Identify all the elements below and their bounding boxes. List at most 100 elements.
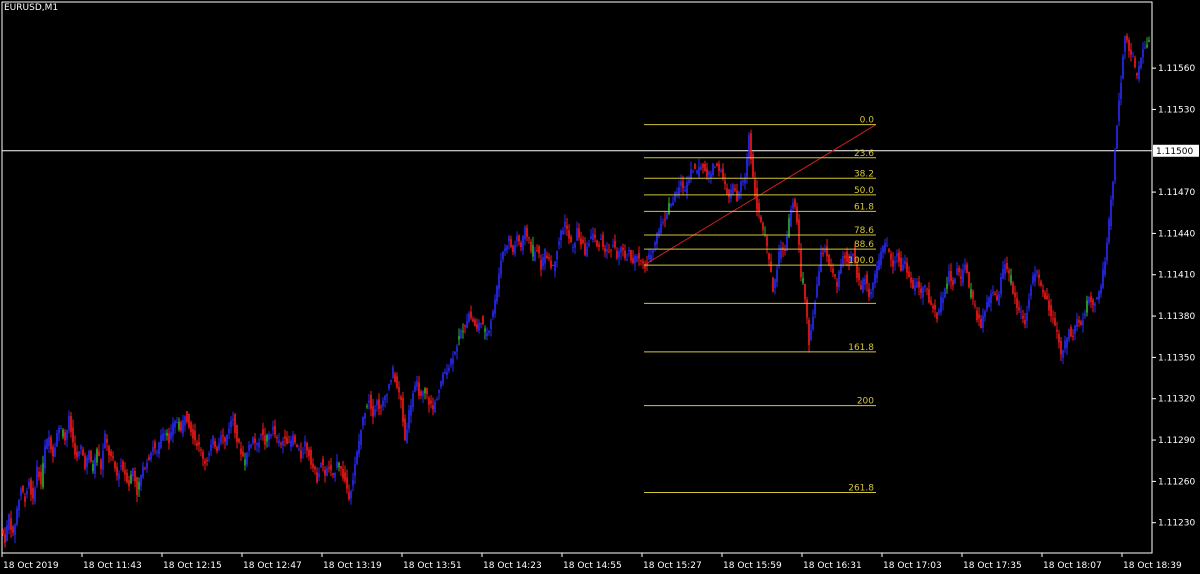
candle-body bbox=[170, 432, 172, 439]
candle-body bbox=[82, 449, 84, 456]
candle-body bbox=[902, 264, 904, 271]
candle-body bbox=[566, 225, 568, 229]
horizontal-line[interactable]: 1.11500 bbox=[2, 144, 1199, 157]
candle-body bbox=[1140, 57, 1142, 68]
candle-body bbox=[1148, 40, 1150, 42]
candle-body bbox=[822, 253, 824, 255]
candle-body bbox=[1102, 269, 1104, 288]
candle-body bbox=[160, 434, 162, 448]
fibonacci-retracement[interactable]: 0.0 23.6 38.2 50.0 61.8 78.6 88.6 100.0 161.8 200… bbox=[643, 116, 877, 494]
candle-body bbox=[48, 436, 50, 447]
candle-body bbox=[880, 251, 882, 265]
candle-body bbox=[164, 433, 166, 435]
candle-body bbox=[496, 285, 498, 302]
candle-body bbox=[466, 321, 468, 329]
candle-body bbox=[642, 261, 644, 264]
candle-body bbox=[940, 296, 942, 312]
candle-body bbox=[108, 446, 110, 456]
candle-body bbox=[452, 358, 454, 364]
candle-body bbox=[186, 411, 188, 423]
price-axis[interactable]: 1.11560 1.11530 1.11470 1.11440 1.11410 1.113… bbox=[1152, 64, 1195, 529]
candle-body bbox=[920, 288, 922, 293]
candle-body bbox=[134, 470, 136, 482]
candle-body bbox=[94, 457, 96, 474]
time-tick-label: 18 Oct 16:31 bbox=[803, 561, 862, 571]
candle-body bbox=[542, 257, 544, 267]
price-tick-label: 1.11260 bbox=[1158, 477, 1195, 487]
candle-body bbox=[408, 410, 410, 429]
candle-body bbox=[982, 315, 984, 329]
candle-body bbox=[864, 278, 866, 285]
candle-body bbox=[346, 477, 348, 489]
time-tick-label: 18 Oct 12:15 bbox=[163, 561, 222, 571]
candle-body bbox=[136, 476, 138, 496]
symbol-title: EURUSD,M1 bbox=[4, 3, 59, 13]
candle-body bbox=[894, 261, 896, 264]
candle-body bbox=[292, 435, 294, 446]
candle-body bbox=[826, 246, 828, 257]
fibonacci-level-label: 61.8 bbox=[854, 202, 874, 212]
price-tick-label: 1.11350 bbox=[1158, 353, 1195, 363]
candle-body bbox=[224, 437, 226, 442]
candle-body bbox=[878, 259, 880, 271]
candle-body bbox=[662, 221, 664, 224]
time-axis[interactable]: 18 Oct 2019 18 Oct 11:43 18 Oct 12:15 18 Oc… bbox=[1, 553, 1182, 571]
candle-body bbox=[128, 480, 130, 487]
candle-body bbox=[836, 281, 838, 287]
price-chart[interactable]: 1.11500 0.0 23.6 38.2 50.0 61.8 78.6 88.6 100.0… bbox=[0, 0, 1200, 574]
candle-body bbox=[16, 508, 18, 525]
candle-body bbox=[868, 288, 870, 297]
candle-body bbox=[396, 376, 398, 388]
candle-body bbox=[152, 447, 154, 452]
candle-body bbox=[398, 386, 400, 393]
candle-body bbox=[270, 434, 272, 437]
candle-body bbox=[326, 468, 328, 477]
candle-body bbox=[978, 314, 980, 319]
candle-body bbox=[722, 168, 724, 178]
candle-body bbox=[1032, 275, 1034, 284]
candle-body bbox=[290, 440, 292, 448]
candle-body bbox=[488, 330, 490, 333]
candle-body bbox=[376, 400, 378, 406]
candle-body bbox=[616, 250, 618, 259]
candle-body bbox=[968, 271, 970, 288]
candle-body bbox=[896, 253, 898, 257]
candle-body bbox=[482, 315, 484, 325]
candle-body bbox=[716, 163, 718, 167]
candle-body bbox=[520, 242, 522, 247]
candle-body bbox=[552, 264, 554, 266]
candle-body bbox=[582, 239, 584, 244]
candle-body bbox=[724, 180, 726, 185]
candle-body bbox=[742, 180, 744, 182]
candle-body bbox=[746, 157, 748, 177]
chart-window[interactable]: 1.11500 0.0 23.6 38.2 50.0 61.8 78.6 88.6 100.0… bbox=[0, 0, 1200, 574]
candle-body bbox=[126, 472, 128, 483]
candle-body bbox=[54, 447, 56, 457]
candle-body bbox=[696, 170, 698, 173]
candle-body bbox=[266, 435, 268, 442]
candle-body bbox=[576, 227, 578, 241]
candle-body bbox=[806, 299, 808, 318]
candle-body bbox=[294, 435, 296, 443]
candle-body bbox=[180, 422, 182, 431]
candle-body bbox=[1068, 328, 1070, 340]
candle-body bbox=[544, 248, 546, 264]
candle-body bbox=[922, 287, 924, 298]
candle-body bbox=[190, 422, 192, 433]
candle-body bbox=[1138, 66, 1140, 80]
candle-body bbox=[1064, 340, 1066, 349]
candle-body bbox=[378, 399, 380, 409]
candle-body bbox=[610, 249, 612, 251]
candle-body bbox=[934, 304, 936, 310]
candle-body bbox=[42, 463, 44, 488]
candle-body bbox=[350, 490, 352, 499]
candle-body bbox=[40, 471, 42, 485]
candle-body bbox=[774, 278, 776, 288]
candle-body bbox=[1014, 292, 1016, 298]
candle-body bbox=[996, 295, 998, 301]
candle-body bbox=[688, 179, 690, 183]
candle-body bbox=[766, 236, 768, 247]
candle-body bbox=[730, 189, 732, 199]
candle-body bbox=[1084, 313, 1086, 317]
candle-body bbox=[928, 289, 930, 303]
